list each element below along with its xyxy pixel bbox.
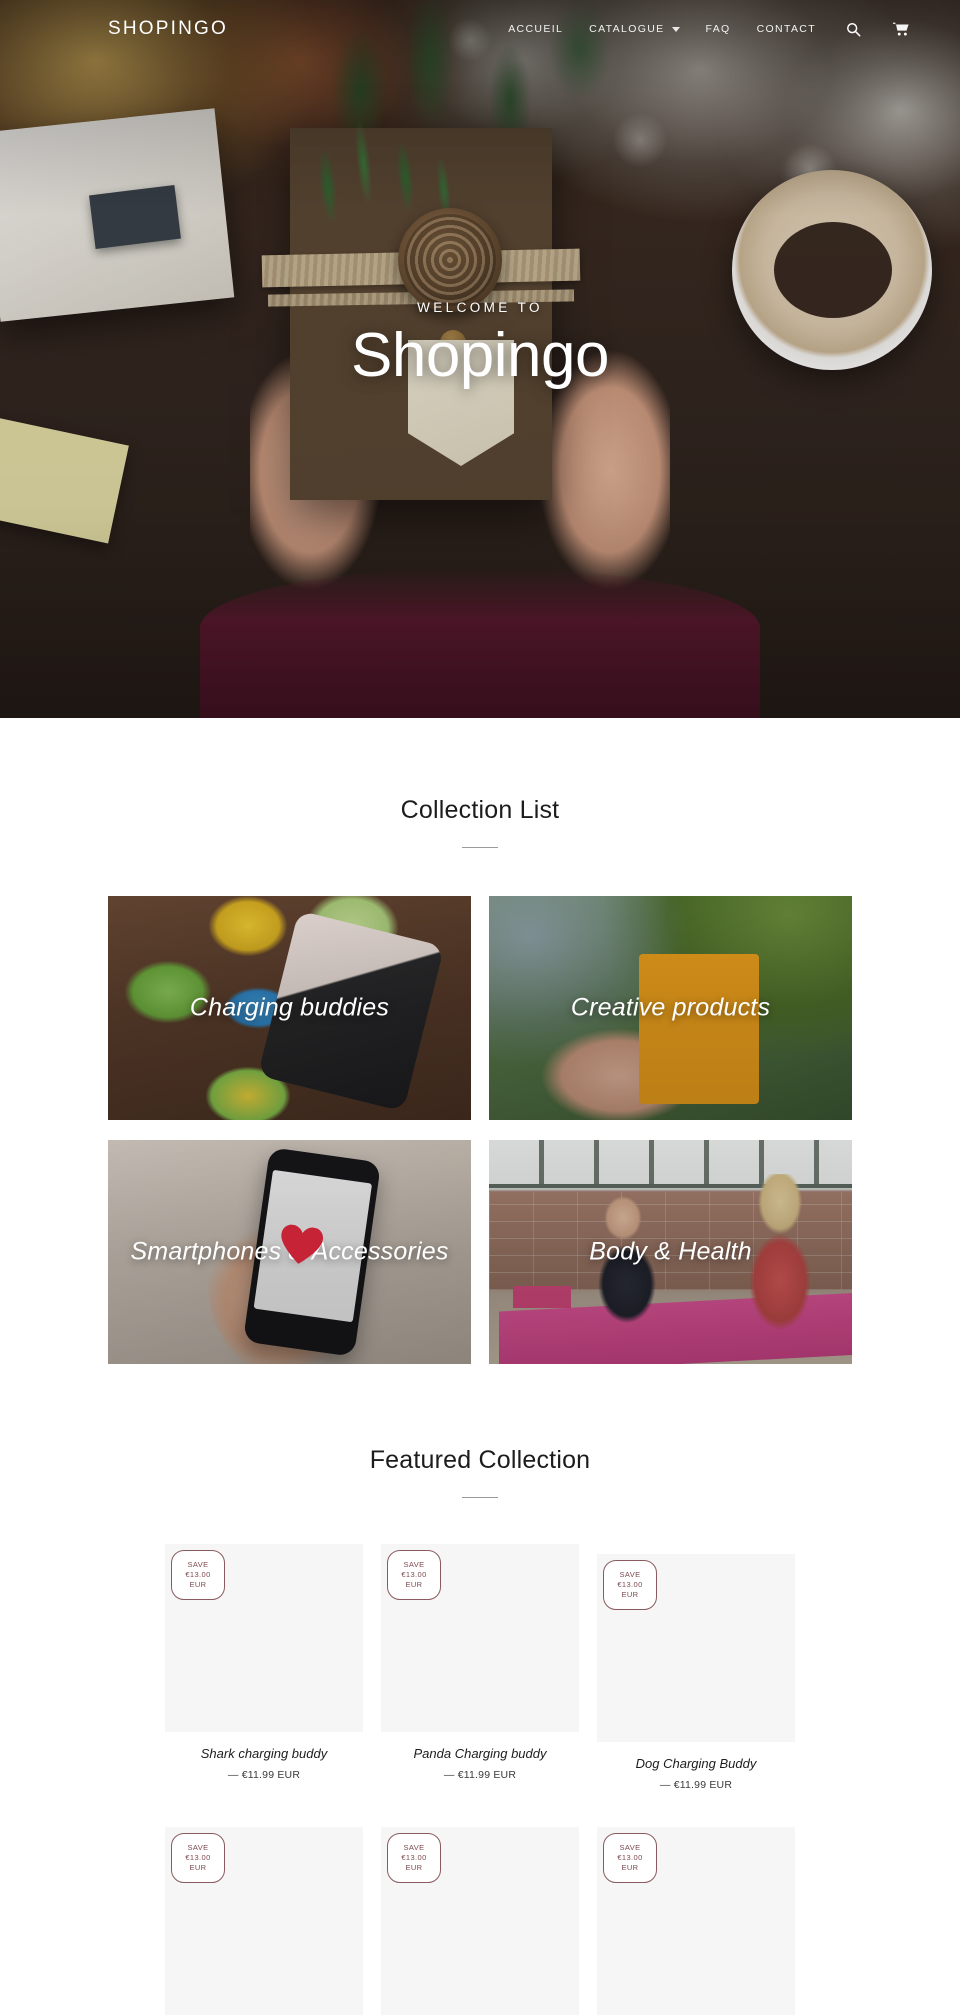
nav-item-contact-label: CONTACT [756,23,816,35]
collection-tile-creative-products[interactable]: Creative products [489,896,852,1120]
badge-line-1: SAVE [619,1842,641,1852]
collection-tile-smartphones-accessories[interactable]: Smartphones & Accessories [108,1140,471,1364]
badge-line-2: €13.00 [185,1852,211,1862]
hero-title: Shopingo [350,321,610,390]
collection-list-section: Collection List Charging buddies Creativ… [0,718,960,1364]
collection-tile-label: Charging buddies [189,993,390,1022]
collection-list-title: Collection List [400,796,560,824]
status-badge: SAVE €13.00 EUR [387,1832,441,1883]
product-info: Shark charging buddy — €11.99 EUR [165,1746,363,1781]
product-image[interactable]: SAVE €13.00 EUR [381,1826,579,2015]
collection-tile-label: Creative products [570,993,771,1022]
nav-item-catalogue-label: CATALOGUE [589,23,665,35]
cart-icon[interactable] [890,18,912,40]
status-badge: SAVE €13.00 EUR [387,1550,441,1600]
product-title[interactable]: Panda Charging buddy [381,1746,579,1763]
nav-item-accueil-label: ACCUEIL [508,23,564,35]
product-price: — €11.99 EUR [227,1768,301,1781]
product-card[interactable]: SAVE €13.00 EUR Dog Charging Buddy — €11… [597,1544,795,1791]
hero-kicker: WELCOME TO [417,300,543,315]
collection-tile-charging-buddies[interactable]: Charging buddies [108,896,471,1120]
main-navigation: ACCUEIL CATALOGUE FAQ CONTACT [508,17,912,41]
nav-item-faq-label: FAQ [705,23,731,35]
badge-line-3: EUR [405,1862,423,1872]
status-badge: SAVE €13.00 EUR [171,1832,225,1883]
product-image[interactable]: SAVE €13.00 EUR [381,1544,579,1732]
badge-line-3: EUR [621,1590,639,1600]
product-image[interactable]: SAVE €13.00 EUR [165,1544,363,1732]
collection-list-divider [462,847,498,848]
badge-line-1: SAVE [403,1842,425,1852]
product-card[interactable]: SAVE €13.00 EUR Panda Charging buddy — €… [381,1544,579,1791]
product-card[interactable]: SAVE €13.00 EUR [597,1826,795,2015]
nav-item-contact[interactable]: CONTACT [757,17,816,41]
search-icon[interactable] [842,18,864,40]
nav-item-faq[interactable]: FAQ [706,17,731,41]
featured-collection-section: Featured Collection SAVE €13.00 EUR Shar… [0,1364,960,2015]
badge-line-2: €13.00 [401,1852,427,1862]
nav-item-catalogue[interactable]: CATALOGUE [589,17,680,41]
status-badge: SAVE €13.00 EUR [171,1550,225,1600]
product-info: Panda Charging buddy — €11.99 EUR [381,1746,579,1781]
product-price: — €11.99 EUR [443,1768,517,1781]
badge-line-1: SAVE [619,1569,641,1579]
product-card[interactable]: SAVE €13.00 EUR [165,1826,363,2015]
product-title[interactable]: Shark charging buddy [165,1746,363,1763]
nav-item-accueil[interactable]: ACCUEIL [508,17,563,41]
badge-line-1: SAVE [187,1842,209,1852]
product-image[interactable]: SAVE €13.00 EUR [597,1554,795,1742]
product-grid: SAVE €13.00 EUR Shark charging buddy — €… [165,1544,795,2015]
status-badge: SAVE €13.00 EUR [603,1832,657,1883]
badge-line-1: SAVE [187,1559,209,1569]
chevron-down-icon [671,26,680,32]
product-image[interactable]: SAVE €13.00 EUR [165,1826,363,2015]
collection-grid: Charging buddies Creative products Smart… [108,896,852,1364]
badge-line-2: €13.00 [185,1569,211,1579]
product-card[interactable]: SAVE €13.00 EUR [381,1826,579,2015]
featured-collection-title: Featured Collection [369,1446,591,1474]
badge-line-2: €13.00 [401,1569,427,1579]
hero-banner: SHOPINGO ACCUEIL CATALOGUE FAQ CONTACT W… [0,0,960,718]
page-root: SHOPINGO ACCUEIL CATALOGUE FAQ CONTACT W… [0,0,960,2015]
product-price: — €11.99 EUR [659,1778,733,1791]
site-header: SHOPINGO ACCUEIL CATALOGUE FAQ CONTACT [0,0,960,58]
brand-logo[interactable]: SHOPINGO [108,18,228,40]
product-image[interactable]: SAVE €13.00 EUR [597,1826,795,2015]
hero-copy: WELCOME TO Shopingo [0,300,960,390]
status-badge: SAVE €13.00 EUR [603,1560,657,1610]
product-title[interactable]: Dog Charging Buddy [597,1756,795,1773]
badge-line-3: EUR [621,1862,639,1872]
collection-tile-label: Body & Health [589,1237,752,1266]
collection-tile-body-health[interactable]: Body & Health [489,1140,852,1364]
product-card[interactable]: SAVE €13.00 EUR Shark charging buddy — €… [165,1544,363,1791]
badge-line-3: EUR [405,1580,423,1590]
badge-line-2: €13.00 [617,1852,643,1862]
featured-collection-divider [462,1497,498,1498]
badge-line-3: EUR [189,1580,207,1590]
badge-line-3: EUR [189,1862,207,1872]
badge-line-2: €13.00 [617,1579,643,1589]
badge-line-1: SAVE [403,1559,425,1569]
product-info: Dog Charging Buddy — €11.99 EUR [597,1756,795,1791]
